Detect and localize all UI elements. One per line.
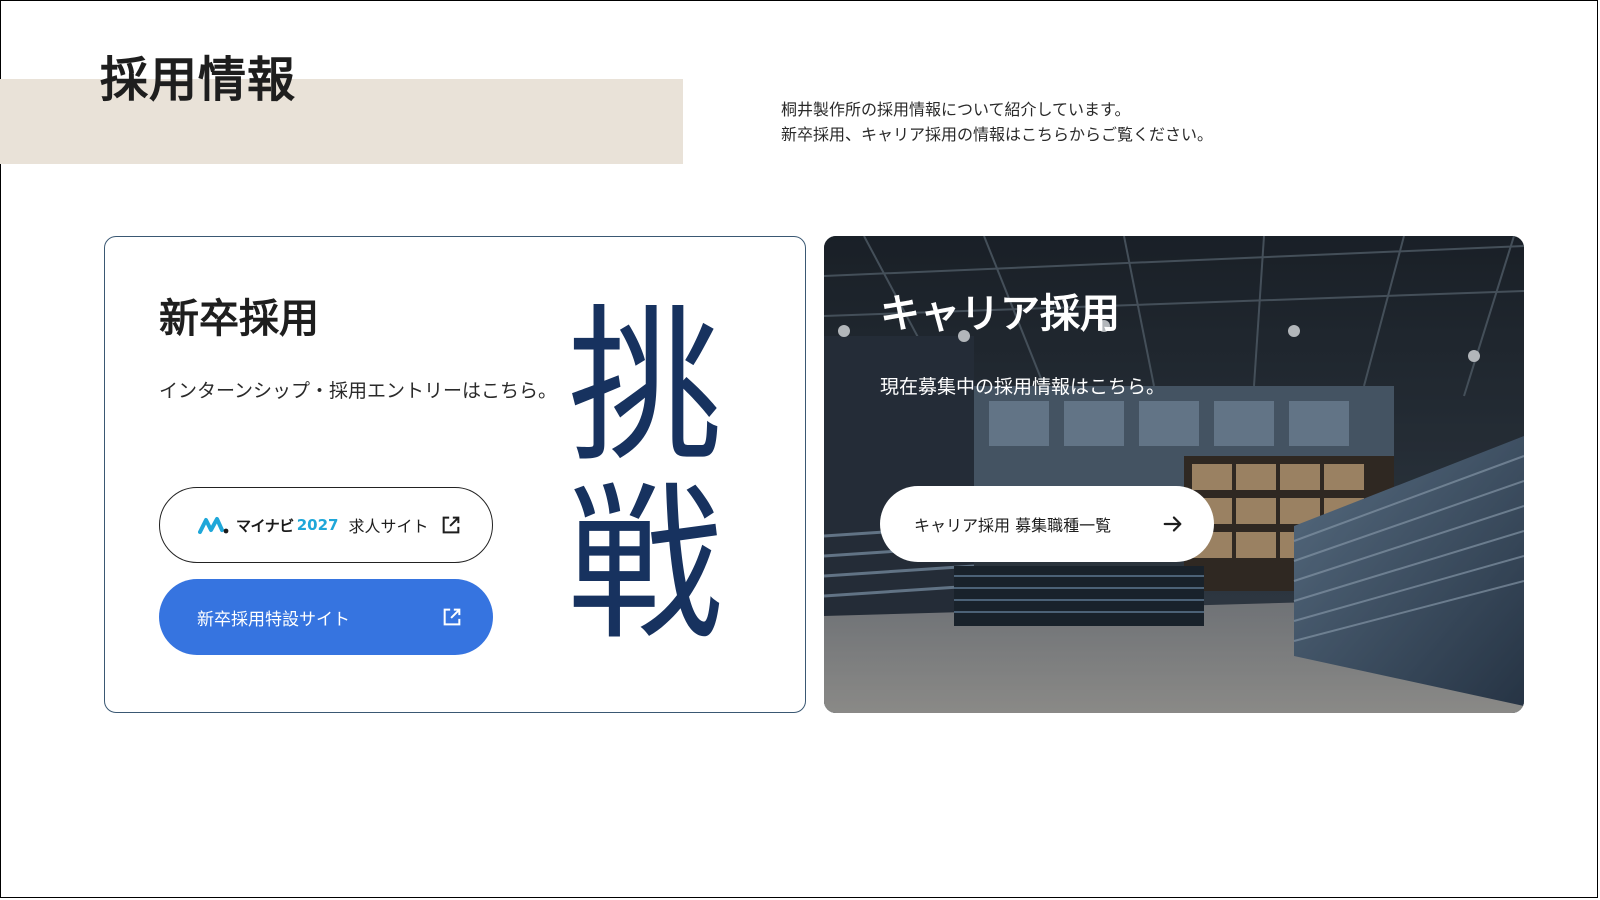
mynavi-job-site-button[interactable]: マイナビ 2027 求人サイト — [159, 487, 493, 563]
new-grad-card: 新卒採用 インターンシップ・採用エントリーはこちら。 マイナビ 2027 求人サ… — [104, 236, 806, 713]
mynavi-year: 2027 — [296, 516, 339, 534]
career-title: キャリア採用 — [880, 291, 1120, 337]
new-grad-special-site-button[interactable]: 新卒採用特設サイト — [159, 579, 493, 655]
new-grad-description: インターンシップ・採用エントリーはこちら。 — [159, 380, 558, 402]
mynavi-logo-icon — [198, 517, 229, 534]
intro-line-1: 桐井製作所の採用情報について紹介しています。 — [781, 100, 1131, 119]
calligraphy-char-2: 戦 — [567, 467, 723, 663]
mynavi-brand: マイナビ — [236, 516, 294, 535]
calligraphy-char-1: 挑 — [567, 289, 723, 485]
intro-text: 桐井製作所の採用情報について紹介しています。 新卒採用、キャリア採用の情報はこち… — [781, 97, 1213, 147]
page-title: 採用情報 — [100, 52, 297, 108]
career-description: 現在募集中の採用情報はこちら。 — [880, 376, 1166, 398]
intro-line-2: 新卒採用、キャリア採用の情報はこちらからご覧ください。 — [781, 125, 1214, 144]
career-card: キャリア採用 現在募集中の採用情報はこちら。 キャリア採用 募集職種一覧 — [824, 236, 1524, 713]
challenge-calligraphy: 挑 戦 — [553, 299, 753, 649]
mynavi-button-label: 求人サイト — [348, 517, 429, 536]
career-job-list-button[interactable]: キャリア採用 募集職種一覧 — [880, 486, 1214, 562]
external-link-icon — [442, 516, 460, 534]
new-grad-title: 新卒採用 — [159, 296, 319, 342]
arrow-right-icon — [1163, 516, 1182, 532]
career-button-label: キャリア採用 募集職種一覧 — [914, 516, 1112, 535]
external-link-icon — [443, 608, 461, 626]
special-site-label: 新卒採用特設サイト — [197, 609, 350, 630]
